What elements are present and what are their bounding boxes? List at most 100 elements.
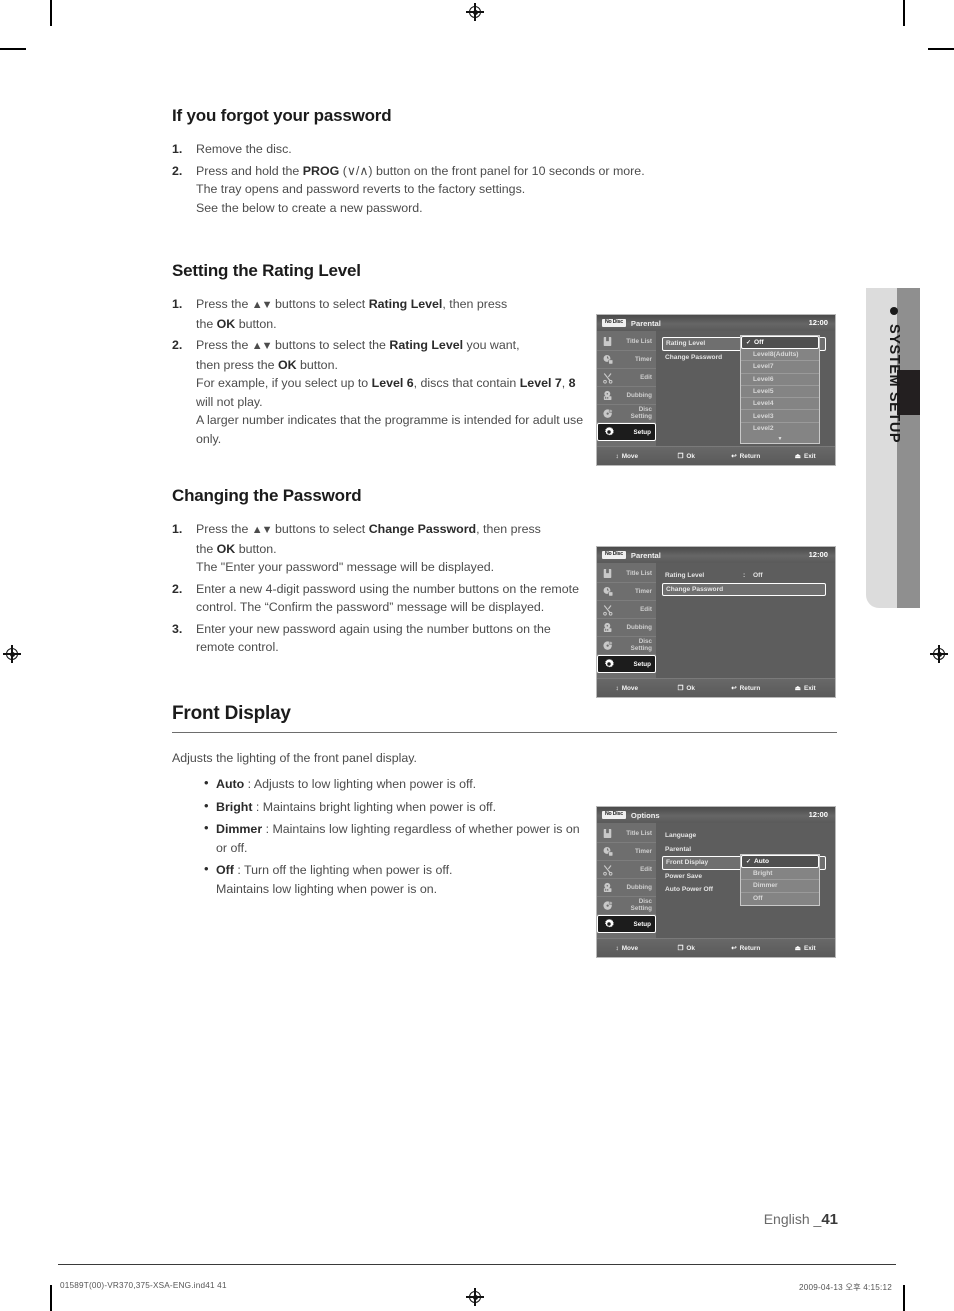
sidebar-item-label: Title List — [626, 830, 652, 837]
sidebar-item-dubbing[interactable]: Dubbing — [597, 619, 656, 637]
footer-action-return[interactable]: ↩ Return — [716, 684, 776, 693]
list-item: 2. Enter a new 4-digit password using th… — [172, 580, 590, 617]
dropdown-option[interactable]: Level5 — [741, 386, 819, 399]
osd-row-change-password[interactable]: Change Password — [662, 582, 826, 596]
sidebar-item-disc-setting[interactable]: Disc Setting — [597, 405, 656, 423]
osd-sidebar: Title List Timer Edit Dubbing Disc Setti… — [597, 823, 656, 938]
section-title: If you forgot your password — [172, 106, 392, 125]
dropdown-option[interactable]: Level2 — [741, 423, 819, 435]
footer-action-ok[interactable]: ❐ Ok — [657, 944, 717, 953]
dropdown-option-label: Level3 — [753, 412, 774, 420]
sidebar-item-disc-setting[interactable]: Disc Setting — [597, 637, 656, 655]
gear-icon — [602, 658, 615, 671]
osd-row-language[interactable]: Language — [662, 829, 826, 843]
footer-action-ok[interactable]: ❐ Ok — [657, 452, 717, 461]
page-content: If you forgot your password 1. Remove th… — [172, 106, 837, 902]
sidebar-item-edit[interactable]: Edit — [597, 601, 656, 619]
step-text: Press the ▲▼ buttons to select the Ratin… — [196, 338, 584, 446]
osd-body: Title List Timer Edit Dubbing Disc Setti… — [597, 563, 835, 678]
title-list-icon — [601, 335, 614, 348]
ok-button-icon: ❐ — [677, 453, 684, 460]
sidebar-item-label: Timer — [634, 356, 652, 363]
front-display-dropdown[interactable]: ✓ Auto Bright Dimmer Off — [740, 854, 820, 906]
section-title: Setting the Rating Level — [172, 261, 361, 280]
sidebar-item-dubbing[interactable]: Dubbing — [597, 387, 656, 405]
dropdown-option-label: Level8(Adults) — [753, 351, 799, 359]
sidebar-item-timer[interactable]: Timer — [597, 843, 656, 861]
osd-screen-rating-level: No Disc Parental 12:00 Title List Timer … — [596, 314, 836, 466]
footer-action-exit[interactable]: ⏏ Exit — [776, 452, 836, 461]
timer-icon — [601, 585, 614, 598]
dropdown-option[interactable]: Bright — [741, 868, 819, 881]
list-item: 2. Press and hold the PROG (∨/∧) button … — [172, 162, 837, 218]
registration-mark-top — [466, 3, 484, 21]
footer-action-label: Exit — [803, 684, 816, 692]
osd-screen-change-password: No Disc Parental 12:00 Title List Timer … — [596, 546, 836, 698]
dropdown-option[interactable]: Level3 — [741, 410, 819, 423]
footer-action-return[interactable]: ↩ Return — [716, 452, 776, 461]
footer-action-move[interactable]: ↕ Move — [597, 685, 657, 692]
chevron-down-icon[interactable]: ▼ — [741, 435, 819, 443]
osd-row-colon: : — [743, 572, 746, 580]
dropdown-option-label: Level6 — [753, 375, 774, 383]
sidebar-item-timer[interactable]: Timer — [597, 351, 656, 369]
osd-row-key: Auto Power Off — [665, 886, 713, 894]
footer-action-move[interactable]: ↕ Move — [597, 453, 657, 460]
footer-action-label: Ok — [686, 452, 695, 460]
footer-action-move[interactable]: ↕ Move — [597, 945, 657, 952]
sidebar-item-title-list[interactable]: Title List — [597, 565, 656, 583]
list-item: Bright : Maintains bright lighting when … — [204, 797, 592, 817]
step-text: Enter a new 4-digit password using the n… — [196, 581, 579, 615]
osd-row-key: Parental — [665, 845, 692, 853]
gear-icon — [602, 918, 615, 931]
footer-action-label: Return — [739, 944, 761, 952]
osd-header: No Disc Parental 12:00 — [597, 547, 835, 563]
sidebar-item-label: Setup — [633, 920, 652, 928]
footer-action-return[interactable]: ↩ Return — [716, 944, 776, 953]
dropdown-option-selected[interactable]: ✓ Auto — [741, 855, 819, 868]
osd-title: Options — [630, 810, 660, 820]
osd-row-key: Rating Level — [666, 340, 706, 348]
osd-footer: ↕ Move ❐ Ok ↩ Return ⏏ Exit — [597, 938, 835, 957]
sidebar-item-edit[interactable]: Edit — [597, 861, 656, 879]
sidebar-item-disc-setting[interactable]: Disc Setting — [597, 897, 656, 915]
exit-icon: ⏏ — [794, 945, 801, 952]
osd-row-rating-level[interactable]: Rating Level : Off — [662, 569, 826, 583]
dropdown-option[interactable]: Off — [741, 893, 819, 905]
dropdown-option[interactable]: Level7 — [741, 361, 819, 374]
dropdown-option[interactable]: Level6 — [741, 374, 819, 386]
step-text: Press the ▲▼ buttons to select Rating Le… — [196, 297, 508, 331]
dropdown-option[interactable]: Dimmer — [741, 880, 819, 893]
dropdown-option-selected[interactable]: ✓ Off — [741, 336, 819, 349]
footer-action-exit[interactable]: ⏏ Exit — [776, 944, 836, 953]
osd-screen-front-display: No Disc Options 12:00 Title List Timer E… — [596, 806, 836, 958]
sidebar-item-edit[interactable]: Edit — [597, 369, 656, 387]
sidebar-item-timer[interactable]: Timer — [597, 583, 656, 601]
crop-mark-bottom-right-v — [903, 1285, 905, 1311]
check-icon: ✓ — [746, 340, 752, 346]
sidebar-item-title-list[interactable]: Title List — [597, 825, 656, 843]
registration-mark-right — [930, 645, 948, 663]
footer-action-exit[interactable]: ⏏ Exit — [776, 684, 836, 693]
sidebar-item-setup[interactable]: Setup — [597, 915, 656, 933]
check-icon: ✓ — [746, 859, 752, 865]
sidebar-item-title-list[interactable]: Title List — [597, 333, 656, 351]
footer-action-label: Return — [739, 452, 761, 460]
bullet-desc: : Adjusts to low lighting when power is … — [244, 777, 477, 791]
disc-status-badge: No Disc — [602, 551, 626, 559]
timer-icon — [601, 845, 614, 858]
dropdown-option-label: Bright — [753, 870, 773, 878]
step-number: 3. — [172, 621, 183, 636]
footer-document-id: 01589T(00)-VR370,375-XSA-ENG.ind41 41 — [60, 1281, 227, 1290]
dropdown-option[interactable]: Level8(Adults) — [741, 349, 819, 362]
dropdown-option[interactable]: Level4 — [741, 398, 819, 411]
sidebar-item-dubbing[interactable]: Dubbing — [597, 879, 656, 897]
sidebar-item-setup[interactable]: Setup — [597, 655, 656, 673]
sidebar-item-setup[interactable]: Setup — [597, 423, 656, 441]
edit-scissors-icon — [601, 603, 614, 616]
dropdown-option-label: Level7 — [753, 363, 774, 371]
osd-title: Parental — [630, 550, 661, 560]
footer-action-ok[interactable]: ❐ Ok — [657, 684, 717, 693]
rating-level-dropdown[interactable]: ✓ Off Level8(Adults) Level7 Level6 Level… — [740, 335, 820, 445]
dropdown-option-label: Level4 — [753, 400, 774, 408]
